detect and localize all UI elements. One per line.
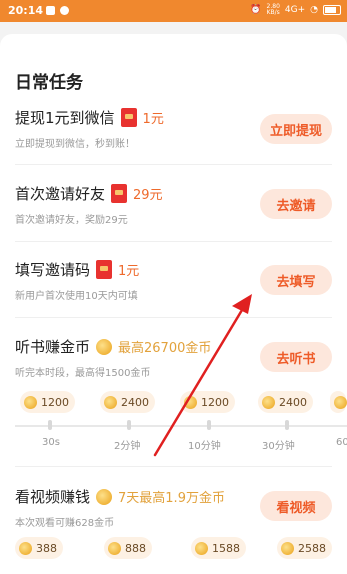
timeline-label: 2分钟 (114, 441, 141, 452)
divider (15, 317, 332, 318)
reward-chip-value: 2400 (121, 395, 149, 409)
gold-coin-icon (104, 395, 117, 409)
task-invite: 首次邀请好友 29元 (15, 183, 163, 204)
red-envelope-icon (111, 184, 128, 203)
task-title: 看视频赚钱 (15, 488, 91, 506)
signal-label: 4G+ (284, 5, 306, 15)
fill-invite-code-button[interactable]: 去填写 (260, 265, 332, 295)
gold-coin-icon (96, 338, 113, 355)
timeline-tick (127, 420, 131, 430)
task-reward: 7天最高1.9万金币 (118, 491, 225, 506)
task-listen-book: 听书赚金币 最高26700金币 (15, 336, 211, 357)
task-title: 填写邀请码 (15, 261, 91, 279)
reward-chip: 2400 (258, 391, 313, 413)
task-subtitle: 本次观看可赚628金币 (15, 518, 115, 529)
timeline-label: 10分钟 (188, 441, 221, 452)
reward-chip: 888 (104, 537, 152, 559)
wifi-icon: ◔ (310, 5, 318, 15)
gold-coin-icon (262, 395, 275, 409)
reward-chip-value: 2588 (298, 541, 326, 555)
task-title: 提现1元到微信 (15, 109, 115, 127)
reward-chip: 1200 (180, 391, 235, 413)
task-reward: 最高26700金币 (118, 341, 212, 356)
watch-video-button[interactable]: 看视频 (260, 491, 332, 521)
reward-chip: 1200 (20, 391, 75, 413)
gold-coin-icon (184, 395, 197, 409)
divider (15, 164, 332, 165)
reward-chip-value: 388 (36, 541, 57, 555)
task-title: 听书赚金币 (15, 338, 91, 356)
task-title: 首次邀请好友 (15, 185, 106, 203)
task-subtitle: 立即提现到微信，秒到账！ (15, 139, 135, 150)
withdraw-button[interactable]: 立即提现 (260, 114, 332, 144)
alarm-icon: ⏰ (250, 5, 262, 15)
timeline-tick (207, 420, 211, 430)
task-subtitle: 听完本时段，最高得1500金币 (15, 368, 151, 379)
status-bar: 20:14 ⏰ 2.80 KB/s 4G+ ◔ (0, 0, 347, 22)
task-watch-video: 看视频赚钱 7天最高1.9万金币 (15, 486, 225, 507)
task-reward: 1元 (118, 264, 140, 279)
listen-book-button[interactable]: 去听书 (260, 342, 332, 372)
reward-chip: 2588 (277, 537, 332, 559)
timeline-label: 30分钟 (262, 441, 295, 452)
timeline-tick (48, 420, 52, 430)
timeline-tick (285, 420, 289, 430)
reward-chip-value: 1200 (41, 395, 69, 409)
chat-notification-icon (60, 6, 69, 15)
listen-timeline (15, 425, 347, 427)
battery-icon (323, 5, 341, 15)
gold-coin-icon (334, 395, 347, 409)
divider (15, 466, 332, 467)
red-envelope-icon (120, 108, 137, 127)
network-unit: KB/s (266, 9, 280, 16)
gold-coin-icon (96, 488, 113, 505)
timeline-label: 30s (42, 437, 60, 448)
task-reward: 29元 (133, 188, 163, 203)
reward-chip-value: 1200 (201, 395, 229, 409)
gold-coin-icon (108, 541, 121, 555)
task-subtitle: 新用户首次使用10天内可填 (15, 291, 138, 302)
reward-chip: 2400 (100, 391, 155, 413)
reward-chip: 388 (15, 537, 63, 559)
gold-coin-icon (281, 541, 294, 555)
notification-icon (46, 6, 55, 15)
section-title: 日常任务 (15, 73, 83, 93)
task-withdraw: 提现1元到微信 1元 (15, 107, 164, 128)
task-invite-code: 填写邀请码 1元 (15, 259, 139, 280)
reward-chip-value: 1588 (212, 541, 240, 555)
reward-chip-partial (330, 391, 347, 413)
divider (15, 241, 332, 242)
gold-coin-icon (195, 541, 208, 555)
task-reward: 1元 (142, 112, 164, 127)
task-subtitle: 首次邀请好友，奖励29元 (15, 215, 128, 226)
gold-coin-icon (24, 395, 37, 409)
reward-chip: 1588 (191, 537, 246, 559)
invite-button[interactable]: 去邀请 (260, 189, 332, 219)
reward-chip-value: 888 (125, 541, 146, 555)
reward-chip-value: 2400 (279, 395, 307, 409)
status-time: 20:14 (8, 4, 44, 17)
red-envelope-icon (96, 260, 113, 279)
gold-coin-icon (19, 541, 32, 555)
timeline-label: 60 (336, 437, 347, 448)
